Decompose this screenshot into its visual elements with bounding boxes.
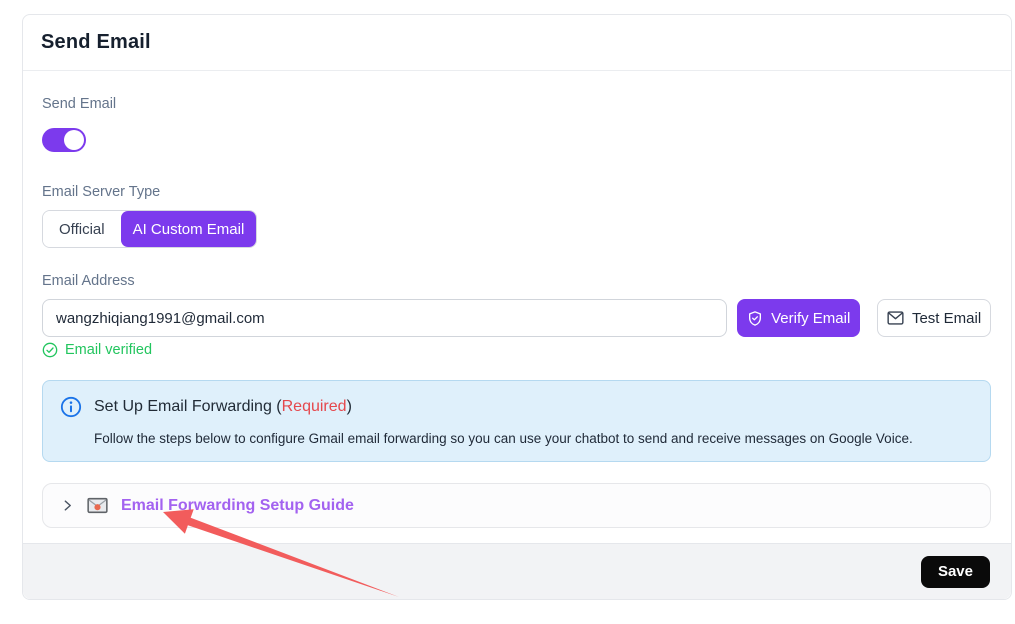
email-verified-text: Email verified xyxy=(65,342,152,358)
info-circle-icon xyxy=(60,396,82,418)
save-button[interactable]: Save xyxy=(921,556,990,588)
verify-email-label: Verify Email xyxy=(771,310,850,327)
send-email-toggle-label: Send Email xyxy=(42,96,991,113)
shield-check-icon xyxy=(747,310,763,327)
email-forwarding-setup-guide-panel[interactable]: Email Forwarding Setup Guide xyxy=(42,483,991,528)
check-circle-icon xyxy=(42,342,58,358)
email-verified-status: Email verified xyxy=(42,342,991,358)
card-footer: Save xyxy=(23,543,1011,599)
email-forwarding-info-box: Set Up Email Forwarding (Required) Follo… xyxy=(42,380,991,462)
email-server-type-label: Email Server Type xyxy=(42,184,991,201)
info-title-row: Set Up Email Forwarding (Required) xyxy=(60,396,970,418)
email-server-type-segmented-control: Official AI Custom Email xyxy=(42,210,257,248)
card-header: Send Email xyxy=(23,15,1011,71)
server-type-option-official[interactable]: Official xyxy=(43,211,121,247)
envelope-icon xyxy=(887,311,904,325)
send-email-card: Send Email Send Email Email Server Type … xyxy=(22,14,1012,600)
verify-email-button[interactable]: Verify Email xyxy=(737,299,860,337)
send-email-toggle[interactable] xyxy=(42,128,86,152)
guide-title: Email Forwarding Setup Guide xyxy=(121,497,354,515)
page-title: Send Email xyxy=(41,31,151,54)
toggle-knob xyxy=(64,130,84,150)
test-email-button[interactable]: Test Email xyxy=(877,299,991,337)
info-box-body: Follow the steps below to configure Gmai… xyxy=(94,431,970,447)
email-address-row: Verify Email Test Email xyxy=(42,299,991,337)
required-label: Required xyxy=(282,398,347,415)
server-type-option-ai-custom-email[interactable]: AI Custom Email xyxy=(121,211,257,247)
chevron-right-icon xyxy=(61,499,74,512)
email-address-input[interactable] xyxy=(42,299,727,337)
card-body: Send Email Email Server Type Official AI… xyxy=(23,71,1011,543)
email-address-label: Email Address xyxy=(42,273,991,290)
info-box-title: Set Up Email Forwarding (Required) xyxy=(94,398,352,416)
email-envelope-emoji-icon xyxy=(87,497,108,514)
test-email-label: Test Email xyxy=(912,310,981,327)
